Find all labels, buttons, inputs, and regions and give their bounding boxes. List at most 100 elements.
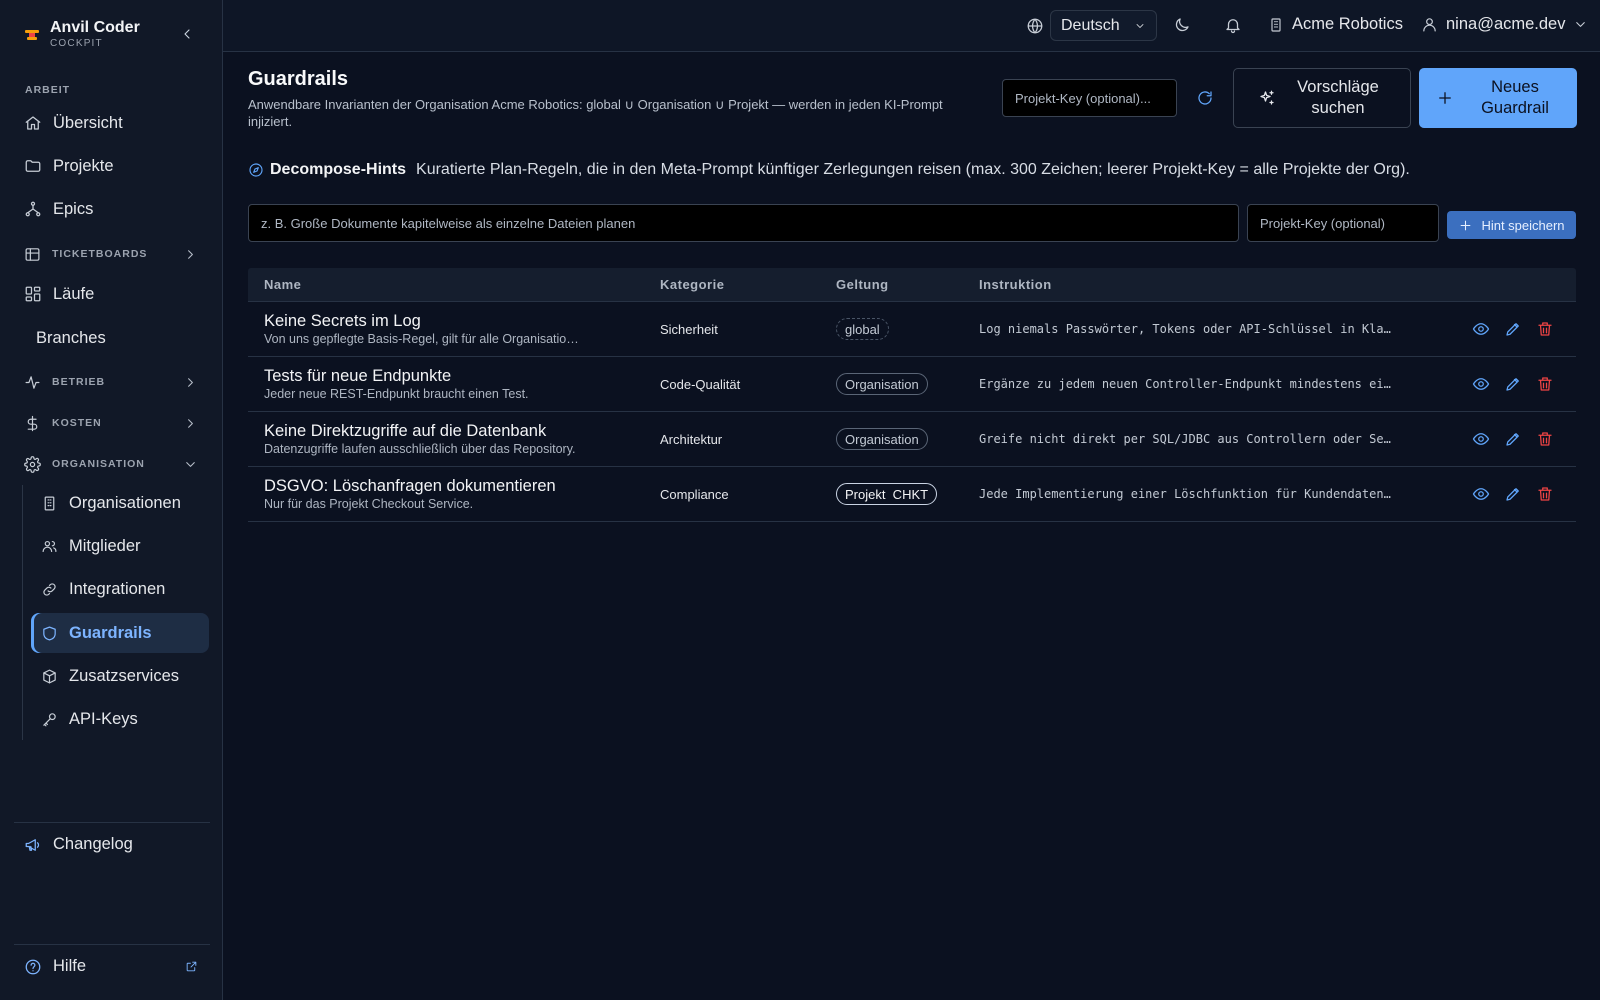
eye-icon[interactable] bbox=[1472, 430, 1490, 448]
cell-name: Tests für neue Endpunkte Jeder neue REST… bbox=[264, 366, 584, 402]
sidebar-group-ticketboards[interactable]: TICKETBOARDS bbox=[14, 237, 210, 271]
changelog-label: Changelog bbox=[53, 835, 133, 853]
bell-icon bbox=[1226, 19, 1240, 34]
section-label-work: ARBEIT bbox=[25, 84, 71, 96]
trash-icon[interactable] bbox=[1536, 375, 1554, 393]
tree-icon bbox=[25, 201, 41, 217]
table-row[interactable]: DSGVO: Löschanfragen dokumentieren Nur f… bbox=[248, 467, 1576, 522]
sidebar-item-members[interactable]: Mitglieder bbox=[31, 526, 209, 566]
activity-icon bbox=[25, 375, 40, 389]
sidebar-item-organizations[interactable]: Organisationen bbox=[31, 483, 209, 523]
sidebar-item-api-keys[interactable]: API-Keys bbox=[31, 699, 209, 739]
sidebar-item-label: Zusatzservices bbox=[69, 666, 180, 685]
user-menu[interactable]: nina@acme.dev bbox=[1421, 15, 1588, 34]
guardrail-description: Von uns gepflegte Basis-Regel, gilt für … bbox=[264, 332, 584, 346]
scope-badge: Organisation bbox=[836, 428, 928, 450]
sidebar-item-overview[interactable]: Übersicht bbox=[14, 103, 210, 143]
sidebar-item-label: Branches bbox=[36, 328, 106, 347]
table-header: Name Kategorie Geltung Instruktion bbox=[248, 268, 1576, 302]
help-label: Hilfe bbox=[53, 957, 87, 975]
column-header-instruction[interactable]: Instruktion bbox=[979, 277, 1052, 292]
help-link[interactable]: Hilfe bbox=[14, 944, 210, 988]
theme-toggle[interactable] bbox=[1173, 16, 1191, 34]
plus-icon bbox=[1439, 92, 1451, 104]
eye-icon[interactable] bbox=[1472, 375, 1490, 393]
pencil-icon[interactable] bbox=[1504, 485, 1522, 503]
column-header-category[interactable]: Kategorie bbox=[660, 277, 724, 292]
pencil-icon[interactable] bbox=[1504, 320, 1522, 338]
trash-icon[interactable] bbox=[1536, 430, 1554, 448]
chevron-down-icon bbox=[186, 461, 195, 467]
pencil-icon[interactable] bbox=[1504, 430, 1522, 448]
key-icon bbox=[43, 712, 56, 726]
column-header-name[interactable]: Name bbox=[264, 277, 301, 292]
save-hint-label: Hint speichern bbox=[1481, 217, 1565, 233]
dollar-icon bbox=[27, 415, 38, 431]
help-circle-icon bbox=[25, 959, 41, 974]
sidebar-item-label: Guardrails bbox=[69, 623, 152, 642]
suggest-button[interactable]: Vorschläge suchen bbox=[1233, 68, 1411, 128]
guardrail-title: DSGVO: Löschanfragen dokumentieren bbox=[264, 477, 556, 495]
anvil-logo-icon bbox=[25, 30, 39, 40]
sidebar-group-label: KOSTEN bbox=[52, 417, 102, 429]
sidebar-group-operations[interactable]: BETRIEB bbox=[14, 365, 210, 399]
organization-switcher[interactable]: Acme Robotics bbox=[1268, 15, 1403, 34]
sidebar-item-label: Läufe bbox=[53, 284, 95, 303]
sidebar-group-organization[interactable]: ORGANISATION bbox=[14, 447, 210, 481]
eye-icon[interactable] bbox=[1472, 485, 1490, 503]
trash-icon[interactable] bbox=[1536, 320, 1554, 338]
submenu-guide-line bbox=[22, 485, 23, 740]
language-select[interactable]: Deutsch bbox=[1050, 10, 1157, 41]
hint-project-key-input[interactable] bbox=[1247, 204, 1439, 242]
guardrail-instruction: Greife nicht direkt per SQL/JDBC aus Con… bbox=[979, 432, 1396, 446]
row-actions bbox=[1472, 320, 1554, 338]
sidebar-group-costs[interactable]: KOSTEN bbox=[14, 406, 210, 440]
eye-icon[interactable] bbox=[1472, 320, 1490, 338]
sidebar-item-label: Mitglieder bbox=[69, 536, 141, 555]
notifications-button[interactable] bbox=[1224, 16, 1242, 34]
sidebar-item-label: Übersicht bbox=[53, 113, 123, 132]
user-icon bbox=[1423, 18, 1436, 32]
guardrail-category: Code-Qualität bbox=[660, 377, 741, 392]
table-row[interactable]: Keine Direktzugriffe auf die Datenbank D… bbox=[248, 412, 1576, 467]
brand[interactable]: Anvil Coder COCKPIT bbox=[24, 18, 140, 50]
guardrail-instruction: Log niemals Passwörter, Tokens oder API-… bbox=[979, 322, 1396, 336]
guardrail-description: Nur für das Projekt Checkout Service. bbox=[264, 497, 474, 511]
user-email: nina@acme.dev bbox=[1446, 15, 1566, 33]
column-header-scope[interactable]: Geltung bbox=[836, 277, 889, 292]
sidebar-item-addon-services[interactable]: Zusatzservices bbox=[31, 656, 209, 696]
language-switcher[interactable]: Deutsch bbox=[1026, 10, 1157, 41]
sidebar-group-label: ORGANISATION bbox=[52, 458, 145, 470]
guardrail-description: Jeder neue REST-Endpunkt braucht einen T… bbox=[264, 387, 529, 401]
sidebar-item-label: API-Keys bbox=[69, 709, 138, 728]
changelog-link[interactable]: Changelog bbox=[14, 822, 210, 866]
cell-name: DSGVO: Löschanfragen dokumentieren Nur f… bbox=[264, 476, 584, 512]
collapse-sidebar-button[interactable] bbox=[179, 26, 195, 42]
row-actions bbox=[1472, 430, 1554, 448]
sidebar-item-epics[interactable]: Epics bbox=[14, 189, 210, 229]
refresh-button[interactable] bbox=[1196, 89, 1214, 107]
dashboard-icon bbox=[25, 286, 41, 302]
new-guardrail-button[interactable]: Neues Guardrail bbox=[1419, 68, 1577, 128]
sidebar-item-projects[interactable]: Projekte bbox=[14, 146, 210, 186]
hint-text-input[interactable] bbox=[248, 204, 1239, 242]
sidebar-group-label: TICKETBOARDS bbox=[52, 248, 148, 260]
table-row[interactable]: Keine Secrets im Log Von uns gepflegte B… bbox=[248, 302, 1576, 357]
link-icon bbox=[43, 582, 56, 596]
sidebar-item-runs[interactable]: Läufe bbox=[14, 274, 210, 314]
cell-name: Keine Direktzugriffe auf die Datenbank D… bbox=[264, 421, 584, 457]
chevron-down-icon bbox=[1576, 22, 1586, 27]
guardrail-instruction: Jede Implementierung einer Löschfunktion… bbox=[979, 487, 1396, 501]
sidebar-item-branches[interactable]: Branches bbox=[14, 318, 210, 358]
guardrail-description: Datenzugriffe laufen ausschließlich über… bbox=[264, 442, 576, 456]
building-icon bbox=[1271, 17, 1281, 32]
trash-icon[interactable] bbox=[1536, 485, 1554, 503]
project-key-filter-input[interactable] bbox=[1002, 79, 1177, 117]
guardrail-instruction: Ergänze zu jedem neuen Controller-Endpun… bbox=[979, 377, 1396, 391]
sidebar-item-integrations[interactable]: Integrationen bbox=[31, 569, 209, 609]
save-hint-button[interactable]: Hint speichern bbox=[1447, 211, 1576, 239]
sidebar-item-guardrails[interactable]: Guardrails bbox=[31, 613, 209, 653]
pencil-icon[interactable] bbox=[1504, 375, 1522, 393]
table-row[interactable]: Tests für neue Endpunkte Jeder neue REST… bbox=[248, 357, 1576, 412]
organization-name: Acme Robotics bbox=[1292, 15, 1403, 33]
